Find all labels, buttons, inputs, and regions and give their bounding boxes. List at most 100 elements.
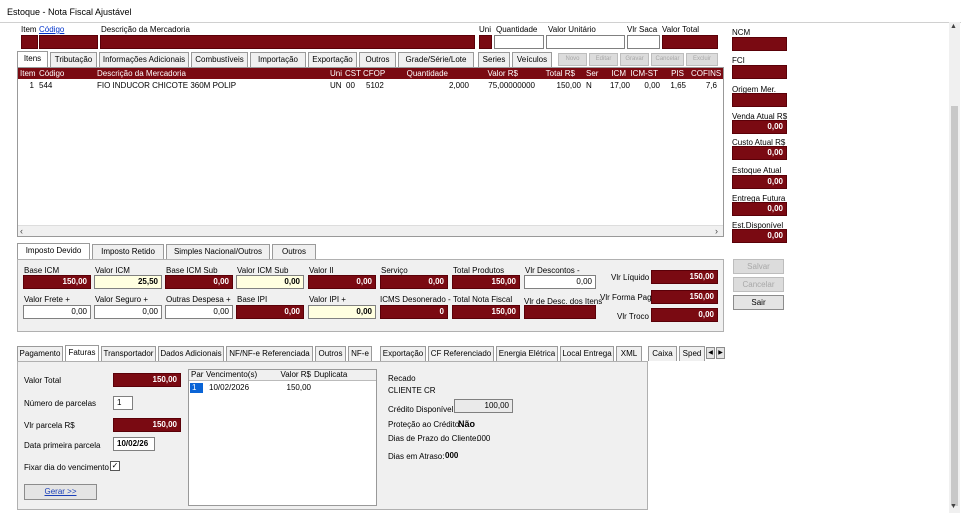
servico-field: 0,00 bbox=[380, 275, 448, 289]
tab-imposto-retido[interactable]: Imposto Retido bbox=[92, 244, 164, 259]
horizontal-scrollbar[interactable]: ‹ › bbox=[18, 225, 723, 236]
scrollbar-thumb[interactable] bbox=[951, 106, 958, 506]
col-ser[interactable]: Ser bbox=[586, 68, 598, 79]
valor-icm-sub-field[interactable]: 0,00 bbox=[236, 275, 304, 289]
recado-label: Recado bbox=[388, 374, 416, 383]
tab-veiculos[interactable]: Veículos bbox=[512, 52, 552, 67]
table-row[interactable]: 1 544 FIO INDUCOR CHICOTE 360M POLIP UN … bbox=[18, 81, 723, 91]
tab-imposto-devido[interactable]: Imposto Devido bbox=[17, 243, 90, 259]
col-vencimento[interactable]: Vencimento(s) bbox=[206, 370, 257, 380]
col-cst[interactable]: CST bbox=[345, 68, 361, 79]
item-input[interactable] bbox=[21, 35, 38, 49]
tab-simples-nacional[interactable]: Simples Nacional/Outros bbox=[166, 244, 270, 259]
sair-button[interactable]: Sair bbox=[733, 295, 784, 310]
tab-sped[interactable]: Sped bbox=[679, 346, 705, 361]
cancelar-item-button[interactable]: Cancelar bbox=[651, 53, 684, 66]
tab-outros[interactable]: Outros bbox=[359, 52, 396, 67]
tab-local-entrega[interactable]: Local Entrega bbox=[560, 346, 614, 361]
fixar-dia-label: Fixar dia do vencimento bbox=[24, 463, 109, 472]
col-valor[interactable]: Valor R$ bbox=[478, 68, 518, 79]
tab-series[interactable]: Series bbox=[478, 52, 510, 67]
uni-input[interactable] bbox=[479, 35, 492, 49]
custo-field: 0,00 bbox=[732, 146, 787, 160]
prazo-label: Dias de Prazo do Cliente: bbox=[388, 434, 479, 443]
tab-nf-referenciada[interactable]: NF/NF-e Referenciada bbox=[226, 346, 313, 361]
tab-dados-adicionais[interactable]: Dados Adicionais bbox=[158, 346, 224, 361]
valor-unitario-input[interactable] bbox=[546, 35, 625, 49]
tabs-scroll-right-icon[interactable]: ▶ bbox=[716, 347, 725, 359]
vertical-scrollbar[interactable]: ▲ ▼ bbox=[949, 22, 960, 513]
table-row[interactable]: 1 10/02/2026 150,00 bbox=[189, 383, 376, 393]
tab-pagamento[interactable]: Pagamento bbox=[17, 346, 63, 361]
cell-quantidade: 2,000 bbox=[448, 81, 469, 90]
tab-cf-referenciado[interactable]: CF Referenciado bbox=[428, 346, 494, 361]
tab-caixa[interactable]: Caixa bbox=[648, 346, 677, 361]
cell-codigo: 544 bbox=[39, 81, 53, 90]
tab-xml[interactable]: XML bbox=[616, 346, 642, 361]
tab-nfe[interactable]: NF-e bbox=[348, 346, 372, 361]
tab-exportacao[interactable]: Exportação bbox=[308, 52, 357, 67]
col-codigo[interactable]: Código bbox=[39, 68, 64, 79]
valor-frete-field[interactable]: 0,00 bbox=[23, 305, 91, 319]
vlr-saca-input[interactable] bbox=[627, 35, 660, 49]
col-duplicata[interactable]: Duplicata bbox=[314, 370, 347, 380]
scroll-left-icon[interactable]: ‹ bbox=[20, 226, 23, 236]
col-uni[interactable]: Uni bbox=[330, 68, 342, 79]
outras-despesa-field[interactable]: 0,00 bbox=[165, 305, 233, 319]
col-icm-st[interactable]: ICM-ST bbox=[630, 68, 658, 79]
data-primeira-input[interactable]: 10/02/26 bbox=[113, 437, 155, 451]
cell-cofins: 7,6 bbox=[705, 81, 717, 90]
base-ipi-label: Base IPI bbox=[237, 295, 268, 304]
quantidade-label: Quantidade bbox=[496, 25, 538, 34]
salvar-button[interactable]: Salvar bbox=[733, 259, 784, 274]
quantidade-input[interactable] bbox=[494, 35, 544, 49]
editar-button[interactable]: Editar bbox=[589, 53, 618, 66]
col-icm[interactable]: ICM bbox=[606, 68, 626, 79]
valor-total-input[interactable] bbox=[662, 35, 718, 49]
tab-combustiveis[interactable]: Combustíveis bbox=[191, 52, 248, 67]
scroll-down-icon[interactable]: ▼ bbox=[950, 503, 957, 510]
tab-faturas[interactable]: Faturas bbox=[65, 345, 99, 361]
base-icm-field: 150,00 bbox=[23, 275, 91, 289]
col-valor-parcela[interactable]: Valor R$ bbox=[261, 370, 311, 380]
col-descricao[interactable]: Descrição da Mercadoria bbox=[97, 68, 186, 79]
tab-grade-serie-lote[interactable]: Grade/Série/Lote bbox=[398, 52, 474, 67]
fixar-dia-checkbox[interactable]: ✓ bbox=[110, 461, 120, 471]
novo-button[interactable]: Novo bbox=[558, 53, 587, 66]
tab-itens[interactable]: Itens bbox=[17, 51, 48, 67]
tab-outros-imposto[interactable]: Outros bbox=[272, 244, 316, 259]
vlr-descontos-field[interactable]: 0,00 bbox=[524, 275, 596, 289]
tab-exportacao-bottom[interactable]: Exportação bbox=[380, 346, 426, 361]
tab-importacao[interactable]: Importação bbox=[250, 52, 306, 67]
gravar-button[interactable]: Gravar bbox=[620, 53, 649, 66]
valor-icm-field[interactable]: 25,50 bbox=[94, 275, 162, 289]
scroll-right-icon[interactable]: › bbox=[715, 226, 718, 236]
col-cfop[interactable]: CFOP bbox=[363, 68, 385, 79]
tab-energia-eletrica[interactable]: Energia Elétrica bbox=[496, 346, 558, 361]
valor-seguro-field[interactable]: 0,00 bbox=[94, 305, 162, 319]
tab-informacoes-adicionais[interactable]: Informações Adicionais bbox=[99, 52, 189, 67]
tabs-scroll-left-icon[interactable]: ◀ bbox=[706, 347, 715, 359]
scroll-up-icon[interactable]: ▲ bbox=[950, 23, 957, 30]
credito-field: 100,00 bbox=[454, 399, 513, 413]
cell-ser: N bbox=[586, 81, 592, 90]
prazo-value: 000 bbox=[477, 434, 491, 443]
col-quantidade[interactable]: Quantidade bbox=[398, 68, 448, 79]
tab-tributacao[interactable]: Tributação bbox=[50, 52, 97, 67]
excluir-button[interactable]: Excluir bbox=[686, 53, 718, 66]
valor-ipi-field[interactable]: 0,00 bbox=[308, 305, 376, 319]
num-parcelas-input[interactable]: 1 bbox=[113, 396, 133, 410]
tab-outros-bottom[interactable]: Outros bbox=[315, 346, 346, 361]
col-cofins[interactable]: COFINS bbox=[691, 68, 723, 79]
cancelar-button[interactable]: Cancelar bbox=[733, 277, 784, 292]
disponivel-field: 0,00 bbox=[732, 229, 787, 243]
col-par[interactable]: Par bbox=[191, 370, 203, 380]
col-pis[interactable]: PIS bbox=[666, 68, 684, 79]
descricao-input[interactable] bbox=[100, 35, 475, 49]
col-item[interactable]: Item bbox=[20, 68, 36, 79]
gerar-button[interactable]: Gerar >> bbox=[24, 484, 97, 500]
codigo-input[interactable] bbox=[39, 35, 98, 49]
col-total[interactable]: Total R$ bbox=[539, 68, 575, 79]
codigo-link[interactable]: Código bbox=[39, 25, 64, 34]
tab-transportador[interactable]: Transportador bbox=[101, 346, 156, 361]
